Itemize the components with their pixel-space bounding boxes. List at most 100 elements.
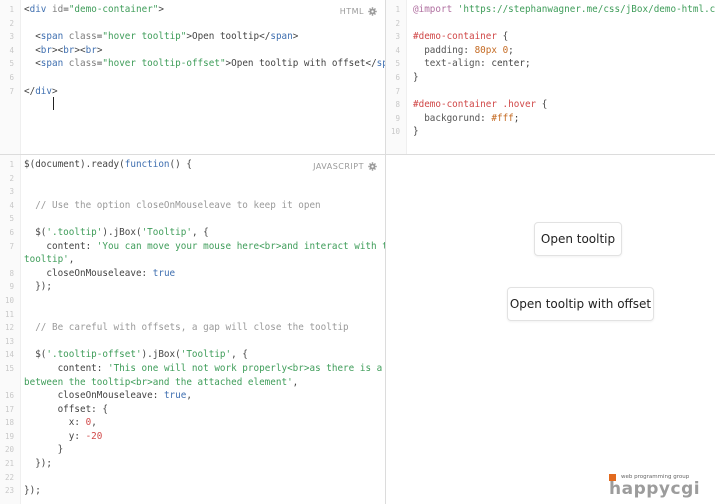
code-text: tooltip', <box>24 253 74 267</box>
code-line[interactable]: 7 content: 'You can move your mouse here… <box>0 240 385 254</box>
line-number: 5 <box>9 59 14 69</box>
code-line[interactable]: 3 <span class="hover tooltip">Open toolt… <box>0 30 385 44</box>
code-token: function <box>124 159 170 170</box>
code-token: #demo-container .hover <box>413 99 537 111</box>
code-token: 'Tooltip' <box>141 226 192 238</box>
code-line[interactable]: 2 <box>0 172 385 186</box>
code-text: closeOnMouseleave: true, <box>24 389 192 403</box>
line-number: 1 <box>9 160 14 169</box>
code-token: >< <box>74 44 86 56</box>
code-line[interactable]: 8 closeOnMouseleave: true <box>0 267 385 281</box>
code-line[interactable]: 7 </div> <box>0 85 385 99</box>
code-line[interactable]: 16 closeOnMouseleave: true, <box>0 389 385 403</box>
code-token: 'https://stephanwagner.me/css/jBox/demo-… <box>457 4 715 15</box>
line-number: 23 <box>4 486 14 496</box>
code-token: '.tooltip' <box>46 226 103 238</box>
code-token: () { <box>169 159 192 170</box>
code-line[interactable]: 4 <br><br><br> <box>0 44 385 58</box>
code-token: class <box>68 31 97 43</box>
code-text: <div id="demo-container"> <box>24 3 164 17</box>
code-line[interactable]: 23}); <box>0 484 385 498</box>
open-tooltip-with-offset-button[interactable]: Open tooltip with offset <box>507 287 654 321</box>
line-number: 7 <box>9 86 14 96</box>
code-line[interactable]: tooltip', <box>0 253 385 267</box>
code-text: $(document).ready(function() { <box>24 158 192 172</box>
code-line[interactable]: 6 <box>0 71 385 85</box>
code-line[interactable]: 3 <box>0 185 385 199</box>
css-code-lines[interactable]: 1 @import 'https://stephanwagner.me/css/j… <box>386 3 715 139</box>
javascript-editor-pane[interactable]: 1 $(document).ready(function() {2 3 4 // Us… <box>0 155 385 504</box>
code-line[interactable]: 9 backgorund: #fff; <box>386 112 715 126</box>
code-line[interactable]: 2 <box>0 17 385 31</box>
line-number: 7 <box>395 86 400 96</box>
code-line[interactable]: 21 }); <box>0 457 385 471</box>
code-line[interactable]: between the tooltip<br>and the attached … <box>0 376 385 390</box>
line-number: 22 <box>4 472 14 482</box>
code-line[interactable]: 22 <box>0 471 385 485</box>
code-token: }); <box>24 485 41 497</box>
code-text: backgorund: #fff; <box>413 112 519 126</box>
horizontal-divider[interactable] <box>0 154 715 155</box>
gear-icon[interactable] <box>368 162 377 171</box>
code-line[interactable]: 10} <box>386 125 715 139</box>
code-token: span <box>40 31 64 43</box>
code-line[interactable]: 1 @import 'https://stephanwagner.me/css/j… <box>386 3 715 17</box>
code-line[interactable]: 17 offset: { <box>0 403 385 417</box>
code-line[interactable]: 5 <box>0 212 385 226</box>
code-token: > <box>292 31 299 43</box>
html-code-lines[interactable]: 1 <div id="demo-container"> 2 3 <span class… <box>0 3 385 98</box>
code-line[interactable]: 5 text-align: center; <box>386 57 715 71</box>
code-line[interactable]: 3 #demo-container { <box>386 30 715 44</box>
code-line[interactable]: 8 #demo-container .hover { <box>386 98 715 112</box>
code-text: text-align: center; <box>413 57 530 71</box>
code-line[interactable]: 6 $('.tooltip').jBox('Tooltip', { <box>0 226 385 240</box>
code-token: div <box>29 4 47 15</box>
code-line[interactable]: 2 <box>386 17 715 31</box>
open-tooltip-button[interactable]: Open tooltip <box>534 222 622 256</box>
html-pane-label[interactable]: HTML <box>340 7 377 16</box>
code-token: ; <box>513 112 520 124</box>
brand-name: happycgi <box>609 479 701 499</box>
code-line[interactable]: 5 <span class="hover tooltip-offset">Ope… <box>0 57 385 71</box>
code-text: content: 'This one will not work properl… <box>24 362 385 376</box>
gear-icon[interactable] <box>368 7 377 16</box>
code-line[interactable]: 12 // Be careful with offsets, a gap wil… <box>0 321 385 335</box>
code-line[interactable]: 4 padding: 80px 0; <box>386 44 715 58</box>
javascript-code-lines[interactable]: 1 $(document).ready(function() {2 3 4 // Us… <box>0 158 385 498</box>
code-token: } <box>24 444 64 456</box>
code-line[interactable]: 19 y: -20 <box>0 430 385 444</box>
code-line[interactable]: 9 }); <box>0 280 385 294</box>
result-preview-pane: Open tooltip Open tooltip with offset we… <box>386 155 715 504</box>
javascript-pane-label[interactable]: JAVASCRIPT <box>313 162 377 171</box>
code-line[interactable]: 4 // Use the option closeOnMouseleave to… <box>0 199 385 213</box>
code-token: : <box>480 112 492 124</box>
text-cursor <box>53 97 54 110</box>
html-editor-pane[interactable]: 1 <div id="demo-container"> 2 3 <span class… <box>0 0 385 154</box>
vertical-divider[interactable] <box>385 0 386 504</box>
code-token: content: <box>24 240 97 252</box>
code-line[interactable]: 13 <box>0 335 385 349</box>
css-editor-pane[interactable]: 1 @import 'https://stephanwagner.me/css/j… <box>386 0 715 154</box>
code-line[interactable]: 6} <box>386 71 715 85</box>
code-token: $( <box>24 349 47 361</box>
code-line[interactable]: 10 <box>0 294 385 308</box>
html-label-text: HTML <box>339 7 364 16</box>
line-number: 18 <box>4 418 14 428</box>
code-token: "hover tooltip-offset" <box>102 58 226 70</box>
code-token: closeOnMouseleave: <box>24 267 153 279</box>
code-text: // Use the option closeOnMouseleave to k… <box>24 199 320 213</box>
code-line[interactable]: 11 <box>0 308 385 322</box>
code-token: </ <box>24 85 36 97</box>
code-token: id <box>52 4 64 15</box>
code-line[interactable]: 1 <div id="demo-container"> <box>0 3 385 17</box>
code-line[interactable]: 15 content: 'This one will not work prop… <box>0 362 385 376</box>
code-line[interactable]: 7 <box>386 85 715 99</box>
code-line[interactable]: 20 } <box>0 443 385 457</box>
brand-watermark: web programming group happycgi <box>609 474 709 500</box>
line-number: 3 <box>395 32 400 42</box>
code-line[interactable]: 18 x: 0, <box>0 416 385 430</box>
code-line[interactable]: 14 $('.tooltip-offset').jBox('Tooltip', … <box>0 348 385 362</box>
line-number: 4 <box>9 45 14 55</box>
code-token: , { <box>191 226 209 238</box>
code-token: span <box>376 58 385 70</box>
